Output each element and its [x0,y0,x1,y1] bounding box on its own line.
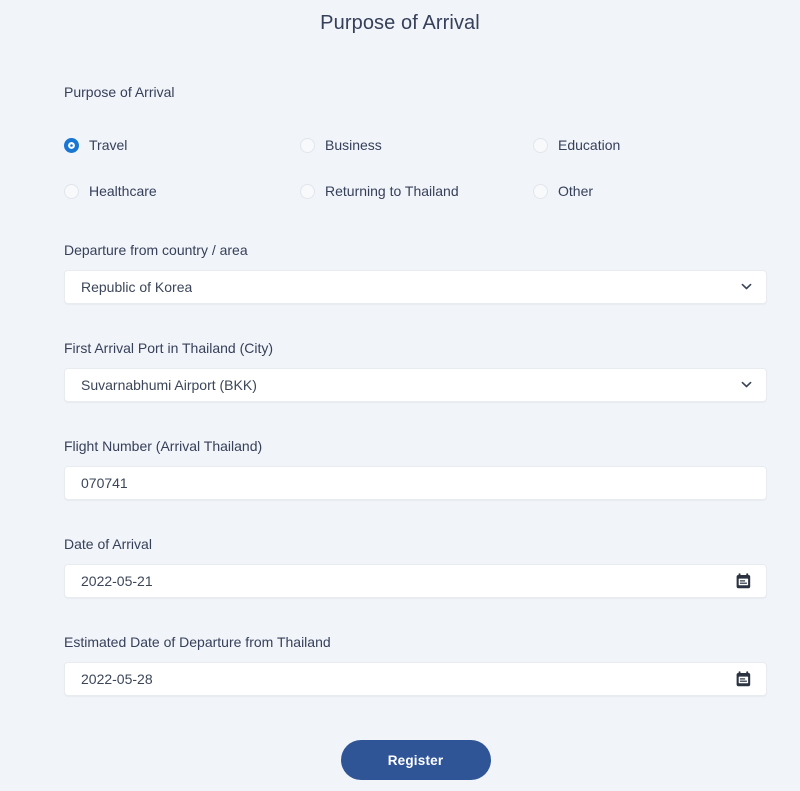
date-of-arrival-label: Date of Arrival [64,536,152,552]
departure-country-label: Departure from country / area [64,242,248,258]
radio-option-returning-to-thailand[interactable]: Returning to Thailand [300,183,533,199]
date-of-arrival-input[interactable]: 2022-05-21 [64,564,767,598]
radio-label-travel: Travel [89,137,128,153]
radio-mark-returning-to-thailand[interactable] [300,183,315,199]
date-of-arrival-field: Date of Arrival 2022-05-21 [64,535,767,598]
date-of-departure-value: 2022-05-28 [81,671,153,687]
flight-number-field: Flight Number (Arrival Thailand) 070741 [64,437,767,500]
arrival-port-field: First Arrival Port in Thailand (City) Su… [64,339,767,402]
purpose-radio-row-1: Travel Business Education [64,130,767,160]
radio-label-other: Other [558,183,594,199]
arrival-port-value: Suvarnabhumi Airport (BKK) [81,377,257,393]
radio-label-business: Business [325,137,382,153]
calendar-icon[interactable] [736,573,751,589]
purpose-radio-row-2: Healthcare Returning to Thailand Other [64,176,767,206]
radio-mark-healthcare[interactable] [64,183,79,199]
submit-row: Register [64,740,767,780]
date-of-arrival-value: 2022-05-21 [81,573,153,589]
purpose-section-label: Purpose of Arrival [64,84,175,100]
radio-mark-other[interactable] [533,183,548,199]
flight-number-input[interactable]: 070741 [64,466,767,500]
radio-label-healthcare: Healthcare [89,183,157,199]
date-of-departure-field: Estimated Date of Departure from Thailan… [64,633,767,696]
radio-mark-travel[interactable] [64,137,79,153]
page-title: Purpose of Arrival [320,12,480,34]
register-button[interactable]: Register [340,740,491,780]
radio-mark-education[interactable] [533,137,548,153]
radio-option-travel[interactable]: Travel [64,137,300,153]
flight-number-value: 070741 [81,475,128,491]
radio-label-education: Education [558,137,621,153]
flight-number-label: Flight Number (Arrival Thailand) [64,438,263,454]
radio-option-healthcare[interactable]: Healthcare [64,183,300,199]
radio-option-other[interactable]: Other [533,183,733,199]
radio-label-returning-to-thailand: Returning to Thailand [325,183,459,199]
chevron-down-icon[interactable] [741,379,752,390]
purpose-of-arrival-page: Purpose of Arrival Purpose of Arrival Tr… [0,0,800,791]
departure-country-select[interactable]: Republic of Korea [64,270,767,304]
departure-country-value: Republic of Korea [81,279,193,295]
purpose-radio-group: Travel Business Education Healthcare Ret… [64,130,767,206]
date-of-departure-input[interactable]: 2022-05-28 [64,662,767,696]
radio-mark-business[interactable] [300,137,315,153]
radio-option-business[interactable]: Business [300,137,533,153]
calendar-icon[interactable] [736,671,751,687]
arrival-form: Purpose of Arrival Travel Business Educa… [0,83,800,780]
date-of-departure-label: Estimated Date of Departure from Thailan… [64,634,331,650]
radio-option-education[interactable]: Education [533,137,733,153]
chevron-down-icon[interactable] [741,281,752,292]
arrival-port-select[interactable]: Suvarnabhumi Airport (BKK) [64,368,767,402]
arrival-port-label: First Arrival Port in Thailand (City) [64,340,274,356]
departure-country-field: Departure from country / area Republic o… [64,241,767,304]
